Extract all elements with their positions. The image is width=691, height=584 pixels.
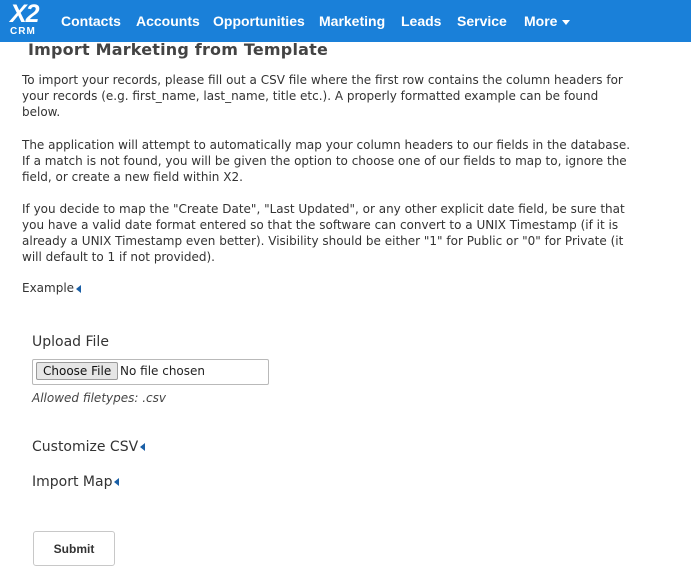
file-input[interactable]: Choose File No file chosen [32, 359, 269, 385]
choose-file-button[interactable]: Choose File [36, 362, 119, 380]
x2crm-logo[interactable]: X2 CRM [8, 0, 46, 39]
upload-file-heading: Upload File [32, 334, 109, 350]
mapping-paragraph: The application will attempt to automati… [22, 138, 631, 184]
expand-arrow-icon [140, 443, 146, 451]
chevron-down-icon [562, 19, 571, 25]
customize-csv-toggle[interactable]: Customize CSV [32, 439, 146, 455]
nav-service[interactable]: Service [457, 0, 507, 42]
nav-more-label: More [524, 13, 558, 29]
example-label: Example [22, 281, 75, 295]
import-map-toggle[interactable]: Import Map [32, 474, 120, 490]
example-toggle[interactable]: Example [22, 281, 82, 295]
nav-contacts[interactable]: Contacts [61, 0, 121, 42]
nav-opportunities[interactable]: Opportunities [213, 0, 305, 42]
page-title: Import Marketing from Template [28, 40, 329, 59]
date-paragraph: If you decide to map the "Create Date", … [22, 202, 625, 264]
allowed-filetypes: Allowed filetypes: .csv [32, 391, 166, 405]
logo-mark: X2 [10, 0, 40, 28]
nav-more[interactable]: More [524, 0, 571, 42]
import-map-label: Import Map [32, 474, 113, 490]
nav-marketing[interactable]: Marketing [319, 0, 385, 42]
intro-paragraph: To import your records, please fill out … [22, 73, 623, 119]
expand-arrow-icon [76, 284, 82, 293]
nav-leads[interactable]: Leads [401, 0, 441, 42]
expand-arrow-icon [114, 478, 120, 486]
submit-button[interactable]: Submit [33, 531, 115, 566]
top-nav-bar: X2 CRM Contacts Accounts Opportunities M… [0, 0, 691, 42]
logo-subtext: CRM [10, 26, 36, 37]
customize-csv-label: Customize CSV [32, 439, 139, 455]
no-file-text: No file chosen [120, 364, 206, 378]
nav-accounts[interactable]: Accounts [136, 0, 200, 42]
